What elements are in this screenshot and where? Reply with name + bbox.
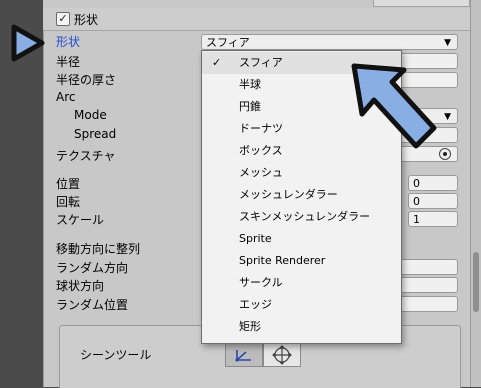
spherize-direction-label: 球状方向	[56, 279, 105, 293]
scrollbar-thumb[interactable]	[473, 252, 479, 312]
position-z-value: 0	[413, 177, 420, 190]
menu-item-mesh-renderer[interactable]: メッシュレンダラー	[202, 184, 401, 206]
texture-label: テクスチャ	[56, 149, 116, 163]
spherize-direction-field[interactable]	[398, 277, 458, 293]
randomize-position-field[interactable]	[398, 296, 458, 312]
menu-item-label: スキンメッシュレンダラー	[239, 210, 371, 223]
randomize-direction-field[interactable]	[398, 259, 458, 275]
dropdown-arrow-icon: ▼	[444, 38, 451, 48]
menu-item-sprite[interactable]: Sprite	[202, 228, 401, 250]
pointer-triangle-icon	[11, 24, 45, 62]
shape-edit-button[interactable]	[225, 343, 263, 367]
scale-label: スケール	[56, 213, 105, 227]
randomize-direction-label: ランダム方向	[56, 261, 129, 275]
shape-module-header[interactable]	[43, 8, 470, 31]
menu-item-label: ドーナツ	[239, 122, 283, 135]
arc-spread-label: Spread	[74, 127, 117, 141]
scale-z-value: 1	[413, 213, 420, 226]
menu-item-label: 半球	[239, 78, 261, 91]
window-top-strip	[43, 0, 470, 8]
rotation-z-field[interactable]: 0	[408, 193, 458, 209]
top-tab[interactable]	[373, 0, 470, 7]
position-z-field[interactable]: 0	[408, 175, 458, 191]
menu-item-edge[interactable]: エッジ	[202, 294, 401, 316]
menu-item-label: メッシュレンダラー	[239, 188, 338, 201]
rotation-label: 回転	[56, 195, 81, 209]
shape-module-title: 形状	[74, 13, 99, 27]
dropdown-arrow-icon: ▼	[444, 112, 451, 122]
shape-dropdown[interactable]: スフィア ▼	[201, 34, 458, 50]
shape-edit-icon	[235, 350, 251, 362]
menu-item-skinned-mesh-renderer[interactable]: スキンメッシュレンダラー	[202, 206, 401, 228]
radius-thickness-label: 半径の厚さ	[56, 73, 117, 87]
arc-label: Arc	[56, 90, 76, 104]
menu-item-label: サークル	[239, 276, 283, 289]
pointer-arrow-icon	[351, 63, 437, 149]
position-label: 位置	[56, 177, 81, 191]
shape-label: 形状	[56, 35, 81, 49]
move-tool-button[interactable]	[263, 343, 301, 367]
menu-item-label: メッシュ	[239, 166, 283, 179]
arc-mode-label: Mode	[74, 108, 107, 122]
menu-item-label: 矩形	[239, 320, 261, 333]
menu-item-label: Sprite Renderer	[239, 254, 326, 267]
randomize-position-label: ランダム位置	[56, 298, 129, 312]
menu-item-sprite-renderer[interactable]: Sprite Renderer	[202, 250, 401, 272]
scene-tools-label: シーンツール	[80, 348, 152, 362]
move-tool-icon	[272, 345, 292, 365]
scrollbar[interactable]	[470, 0, 481, 387]
align-to-direction-label: 移動方向に整列	[56, 242, 141, 256]
menu-item-label: ボックス	[239, 144, 283, 157]
shape-module-checkbox[interactable]: ✓	[56, 12, 70, 26]
menu-item-circle[interactable]: サークル	[202, 272, 401, 294]
menu-item-label: Sprite	[239, 232, 272, 245]
radius-label: 半径	[56, 55, 81, 69]
shape-dropdown-value: スフィア	[206, 36, 250, 49]
rotation-z-value: 0	[413, 195, 420, 208]
menu-item-label: エッジ	[239, 298, 272, 311]
menu-item-rectangle[interactable]: 矩形	[202, 316, 401, 338]
menu-item-label: スフィア	[239, 56, 283, 69]
scale-z-field[interactable]: 1	[408, 211, 458, 227]
menu-item-mesh[interactable]: メッシュ	[202, 162, 401, 184]
menu-item-label: 円錐	[239, 100, 261, 113]
check-icon: ✓	[212, 56, 222, 69]
